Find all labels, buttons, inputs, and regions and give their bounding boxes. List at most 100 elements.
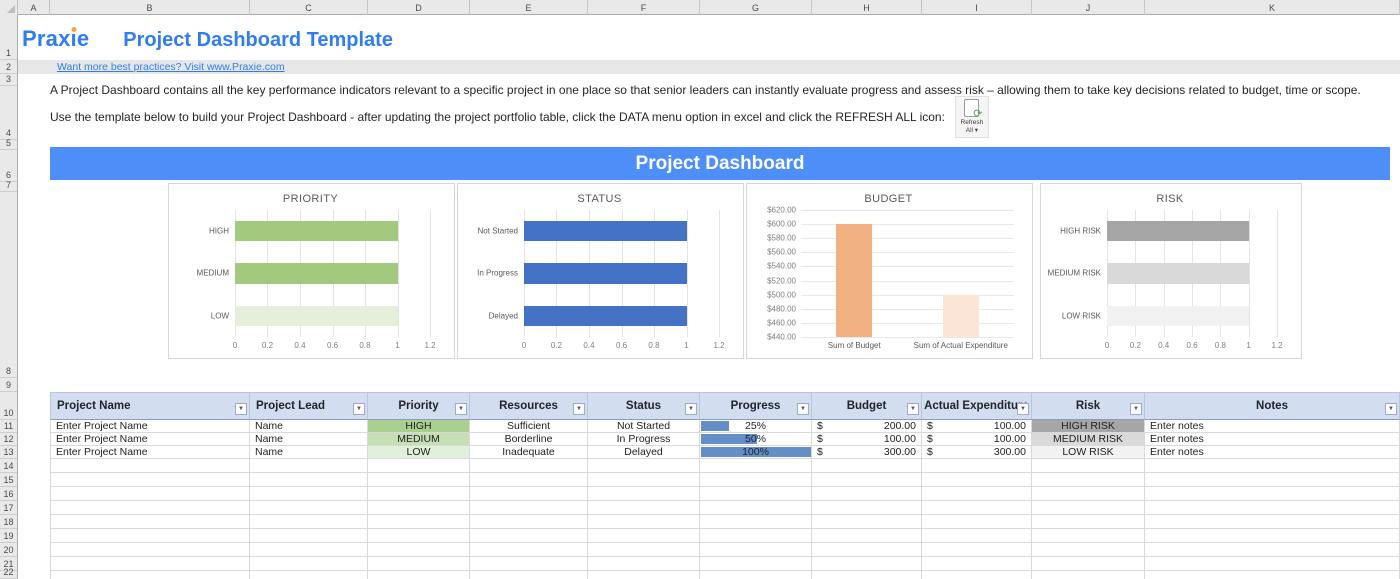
empty-cell[interactable] — [922, 557, 1032, 571]
row-header[interactable]: 3 — [0, 74, 17, 86]
empty-cell[interactable] — [470, 487, 588, 501]
row-header[interactable]: 4 — [0, 86, 17, 140]
row-header[interactable]: 9 — [0, 378, 17, 392]
empty-cell[interactable] — [922, 515, 1032, 529]
cell-priority[interactable]: HIGH — [368, 420, 470, 433]
cell-priority[interactable]: MEDIUM — [368, 433, 470, 446]
filter-button[interactable]: ▼ — [797, 403, 809, 415]
empty-cell[interactable] — [470, 473, 588, 487]
cell-risk[interactable]: MEDIUM RISK — [1032, 433, 1145, 446]
empty-cell[interactable] — [250, 515, 368, 529]
column-header[interactable]: G — [700, 0, 812, 15]
empty-cell[interactable] — [368, 557, 470, 571]
empty-cell[interactable] — [812, 473, 922, 487]
row-header[interactable]: 18 — [0, 515, 17, 529]
empty-cell[interactable] — [588, 459, 700, 473]
empty-cell[interactable] — [922, 543, 1032, 557]
empty-cell[interactable] — [470, 529, 588, 543]
cell-status[interactable]: Not Started — [588, 420, 700, 433]
empty-cell[interactable] — [588, 487, 700, 501]
cell-actual-expenditure[interactable]: $100.00 — [922, 420, 1032, 433]
empty-cell[interactable] — [470, 459, 588, 473]
budget-chart[interactable]: BUDGET $620.00$600.00$580.00$560.00$540.… — [746, 183, 1033, 359]
row-header[interactable]: 6 — [0, 150, 17, 182]
filter-button[interactable]: ▼ — [685, 403, 697, 415]
refresh-all-icon[interactable]: ⟳ RefreshAll ▾ — [955, 96, 989, 138]
column-header-lead[interactable]: Project Lead▼ — [250, 392, 368, 420]
column-header[interactable]: B — [50, 0, 250, 15]
empty-cell[interactable] — [50, 543, 250, 557]
filter-button[interactable]: ▼ — [353, 403, 365, 415]
row-header[interactable]: 15 — [0, 473, 17, 487]
empty-cell[interactable] — [700, 473, 812, 487]
risk-chart[interactable]: RISK 00.20.40.60.811.2HIGH RISKMEDIUM RI… — [1040, 183, 1302, 359]
cell-notes[interactable]: Enter notes — [1145, 446, 1400, 459]
cell-risk[interactable]: HIGH RISK — [1032, 420, 1145, 433]
empty-cell[interactable] — [922, 529, 1032, 543]
empty-cell[interactable] — [1032, 487, 1145, 501]
empty-cell[interactable] — [588, 515, 700, 529]
row-header[interactable]: 16 — [0, 487, 17, 501]
empty-cell[interactable] — [922, 501, 1032, 515]
empty-cell[interactable] — [368, 473, 470, 487]
cell-progress[interactable]: 25% — [700, 420, 812, 433]
empty-cell[interactable] — [812, 459, 922, 473]
row-header[interactable]: 5 — [0, 140, 17, 150]
cell-project-lead[interactable]: Name — [250, 446, 368, 459]
empty-cell[interactable] — [50, 557, 250, 571]
empty-cell[interactable] — [368, 543, 470, 557]
empty-cell[interactable] — [700, 501, 812, 515]
cell-resources[interactable]: Borderline — [470, 433, 588, 446]
cell-actual-expenditure[interactable]: $100.00 — [922, 433, 1032, 446]
empty-cell[interactable] — [368, 501, 470, 515]
cell-progress[interactable]: 50% — [700, 433, 812, 446]
column-header-risk[interactable]: Risk▼ — [1032, 392, 1145, 420]
column-header[interactable]: F — [588, 0, 700, 15]
filter-button[interactable]: ▼ — [455, 403, 467, 415]
row-header[interactable]: 8 — [0, 192, 17, 378]
empty-cell[interactable] — [1032, 459, 1145, 473]
filter-button[interactable]: ▼ — [235, 403, 247, 415]
empty-cell[interactable] — [588, 571, 700, 579]
cell-project-name[interactable]: Enter Project Name — [50, 420, 250, 433]
row-header[interactable]: 12 — [0, 433, 17, 446]
row-header[interactable]: 10 — [0, 392, 17, 420]
empty-cell[interactable] — [470, 557, 588, 571]
cell-budget[interactable]: $100.00 — [812, 433, 922, 446]
empty-cell[interactable] — [1145, 487, 1400, 501]
empty-cell[interactable] — [588, 557, 700, 571]
empty-cell[interactable] — [1032, 501, 1145, 515]
column-header-budget[interactable]: Budget▼ — [812, 392, 922, 420]
row-header[interactable]: 19 — [0, 529, 17, 543]
column-header[interactable]: A — [18, 0, 50, 15]
empty-cell[interactable] — [588, 473, 700, 487]
cell-budget[interactable]: $300.00 — [812, 446, 922, 459]
cell-status[interactable]: Delayed — [588, 446, 700, 459]
empty-cell[interactable] — [50, 501, 250, 515]
cell-project-lead[interactable]: Name — [250, 433, 368, 446]
column-header[interactable]: I — [922, 0, 1032, 15]
column-header-status[interactable]: Status▼ — [588, 392, 700, 420]
row-header[interactable]: 17 — [0, 501, 17, 515]
empty-cell[interactable] — [1145, 543, 1400, 557]
empty-cell[interactable] — [922, 571, 1032, 579]
empty-cell[interactable] — [1032, 473, 1145, 487]
empty-cell[interactable] — [1145, 473, 1400, 487]
empty-cell[interactable] — [50, 529, 250, 543]
column-header[interactable]: E — [470, 0, 588, 15]
empty-cell[interactable] — [812, 529, 922, 543]
column-header-resources[interactable]: Resources▼ — [470, 392, 588, 420]
empty-cell[interactable] — [1145, 501, 1400, 515]
column-header[interactable]: D — [368, 0, 470, 15]
empty-cell[interactable] — [250, 557, 368, 571]
empty-cell[interactable] — [1032, 529, 1145, 543]
empty-cell[interactable] — [250, 473, 368, 487]
empty-cell[interactable] — [700, 543, 812, 557]
empty-cell[interactable] — [368, 571, 470, 579]
empty-cell[interactable] — [1032, 543, 1145, 557]
cell-status[interactable]: In Progress — [588, 433, 700, 446]
empty-cell[interactable] — [1145, 557, 1400, 571]
empty-cell[interactable] — [922, 459, 1032, 473]
column-header[interactable]: C — [250, 0, 368, 15]
empty-cell[interactable] — [250, 501, 368, 515]
